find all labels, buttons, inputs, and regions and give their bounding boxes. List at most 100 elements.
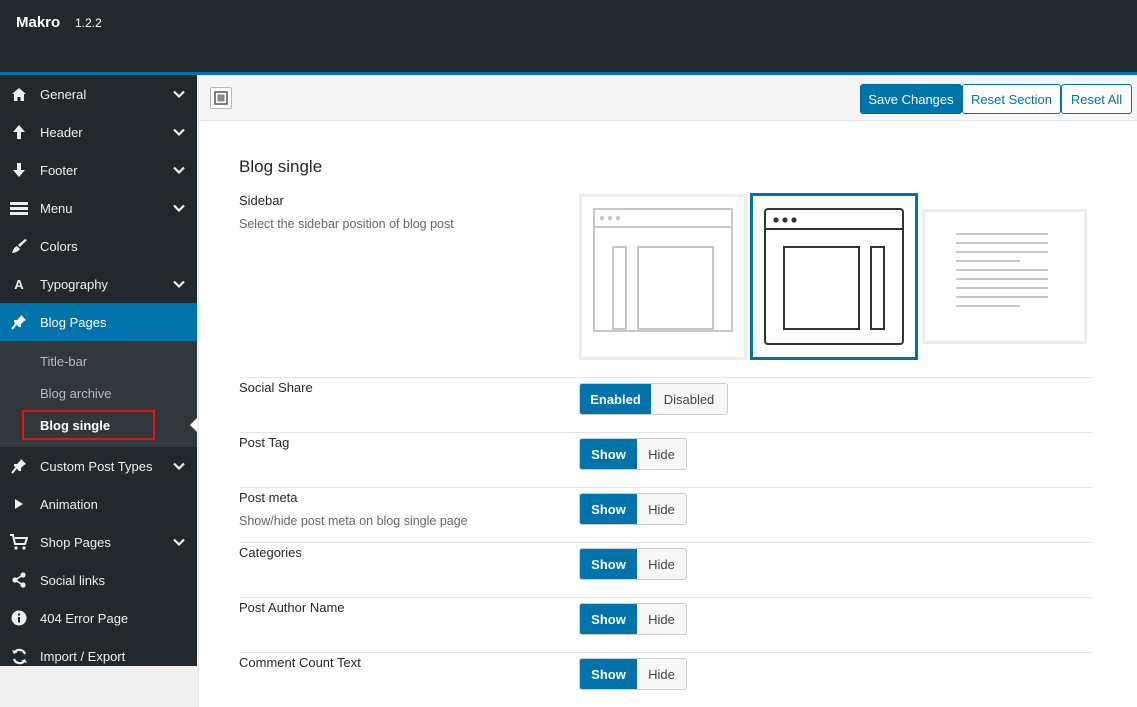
sidebar-subitem-label: Title-bar <box>40 354 88 369</box>
chevron-down-icon <box>173 462 185 471</box>
categories-toggle: Show Hide <box>579 548 687 580</box>
field-label: Social Share <box>239 380 313 395</box>
sidebar-item-label: Custom Post Types <box>40 459 153 474</box>
field-label: Comment Count Text <box>239 655 361 670</box>
arrow-up-icon <box>10 124 28 140</box>
comment-count-text-toggle: Show Hide <box>579 658 687 690</box>
sidebar-item-label: Footer <box>40 163 78 178</box>
home-icon <box>10 86 28 102</box>
current-pointer-icon <box>190 418 197 432</box>
left-sidebar-layout-icon <box>593 208 733 332</box>
sidebar-item-animation[interactable]: Animation <box>0 485 197 523</box>
layout-no-sidebar-option[interactable] <box>922 209 1087 344</box>
chevron-down-icon <box>173 204 185 213</box>
share-icon <box>10 572 28 588</box>
show-option[interactable]: Show <box>580 659 637 689</box>
enabled-option[interactable]: Enabled <box>580 384 651 414</box>
field-label: Post Tag <box>239 435 290 450</box>
sidebar-item-label: Menu <box>40 201 73 216</box>
refresh-icon <box>10 648 28 664</box>
play-icon <box>10 496 28 512</box>
hide-option[interactable]: Hide <box>637 549 686 579</box>
pin-icon <box>10 458 28 474</box>
save-changes-button[interactable]: Save Changes <box>860 84 962 114</box>
sidebar-item-label: Shop Pages <box>40 535 111 550</box>
field-description: Select the sidebar position of blog post <box>239 217 454 231</box>
brush-icon <box>10 238 28 254</box>
show-option[interactable]: Show <box>580 604 637 634</box>
menu-icon <box>10 200 28 216</box>
hide-option[interactable]: Hide <box>637 604 686 634</box>
reset-section-button[interactable]: Reset Section <box>962 84 1061 114</box>
expand-options-button[interactable] <box>210 87 232 109</box>
sidebar-item-label: Colors <box>40 239 78 254</box>
hide-option[interactable]: Hide <box>637 659 686 689</box>
sidebar-item-label: General <box>40 87 87 102</box>
sidebar-item-footer[interactable]: Footer <box>0 151 197 189</box>
field-label: Categories <box>239 545 302 560</box>
sidebar-item-custom-post-types[interactable]: Custom Post Types <box>0 447 197 485</box>
hide-option[interactable]: Hide <box>637 494 686 524</box>
divider <box>239 597 1092 598</box>
sidebar-item-label: Import / Export <box>40 649 126 664</box>
chevron-down-icon <box>173 538 185 547</box>
info-icon <box>10 610 28 626</box>
field-description: Show/hide post meta on blog single page <box>239 514 468 528</box>
show-option[interactable]: Show <box>580 494 637 524</box>
font-icon: A <box>14 276 24 292</box>
divider <box>239 377 1092 378</box>
top-bar: Makro 1.2.2 <box>0 0 1137 72</box>
social-share-toggle: Enabled Disabled <box>579 383 728 415</box>
show-option[interactable]: Show <box>580 549 637 579</box>
app-title: Makro <box>16 14 61 31</box>
chevron-down-icon <box>173 166 185 175</box>
toolbar: Save Changes Reset Section Reset All <box>199 75 1137 121</box>
sidebar-item-label: Animation <box>40 497 98 512</box>
sidebar-item-colors[interactable]: Colors <box>0 227 197 265</box>
sidebar: General Header Footer Menu Colors A Typo… <box>0 75 197 666</box>
sidebar-subitem-blog-archive[interactable]: Blog archive <box>0 377 197 409</box>
show-option[interactable]: Show <box>580 439 637 469</box>
sidebar-item-label: Social links <box>40 573 106 588</box>
disabled-option[interactable]: Disabled <box>651 384 727 414</box>
divider <box>239 542 1092 543</box>
sidebar-item-typography[interactable]: A Typography <box>0 265 197 303</box>
sidebar-item-blog-pages[interactable]: Blog Pages <box>0 303 197 341</box>
post-tag-toggle: Show Hide <box>579 438 687 470</box>
pin-icon <box>10 314 28 330</box>
sidebar-item-label: Typography <box>40 277 108 292</box>
sidebar-subitem-label: Blog single <box>40 418 111 433</box>
hide-option[interactable]: Hide <box>637 439 686 469</box>
sidebar-item-social-links[interactable]: Social links <box>0 561 197 599</box>
sidebar-item-general[interactable]: General <box>0 75 197 113</box>
field-label: Post meta <box>239 490 298 505</box>
post-meta-toggle: Show Hide <box>579 493 687 525</box>
no-sidebar-layout-icon <box>956 233 1048 307</box>
sidebar-item-404[interactable]: 404 Error Page <box>0 599 197 637</box>
reset-all-button[interactable]: Reset All <box>1061 84 1132 114</box>
sidebar-item-shop-pages[interactable]: Shop Pages <box>0 523 197 561</box>
app-version: 1.2.2 <box>75 16 102 30</box>
sidebar-item-label: Header <box>40 125 83 140</box>
sidebar-subitem-title-bar[interactable]: Title-bar <box>0 345 197 377</box>
sidebar-item-menu[interactable]: Menu <box>0 189 197 227</box>
layout-left-sidebar-option[interactable] <box>579 194 747 360</box>
sidebar-item-header[interactable]: Header <box>0 113 197 151</box>
arrow-down-icon <box>10 162 28 178</box>
post-author-name-toggle: Show Hide <box>579 603 687 635</box>
sidebar-subitem-blog-single[interactable]: Blog single <box>0 409 197 441</box>
divider <box>239 487 1092 488</box>
main-content: Save Changes Reset Section Reset All Blo… <box>198 75 1137 707</box>
sidebar-item-import-export[interactable]: Import / Export <box>0 637 197 675</box>
cart-icon <box>10 534 28 550</box>
layout-right-sidebar-option[interactable] <box>750 193 918 360</box>
divider <box>239 432 1092 433</box>
section-title: Blog single <box>239 157 323 176</box>
sidebar-submenu: Title-bar Blog archive Blog single <box>0 341 197 447</box>
field-label: Sidebar <box>239 193 284 208</box>
sidebar-subitem-label: Blog archive <box>40 386 112 401</box>
field-label: Post Author Name <box>239 600 345 615</box>
sidebar-item-label: 404 Error Page <box>40 611 129 626</box>
sidebar-item-label: Blog Pages <box>40 315 107 330</box>
layout-icon <box>214 91 228 105</box>
